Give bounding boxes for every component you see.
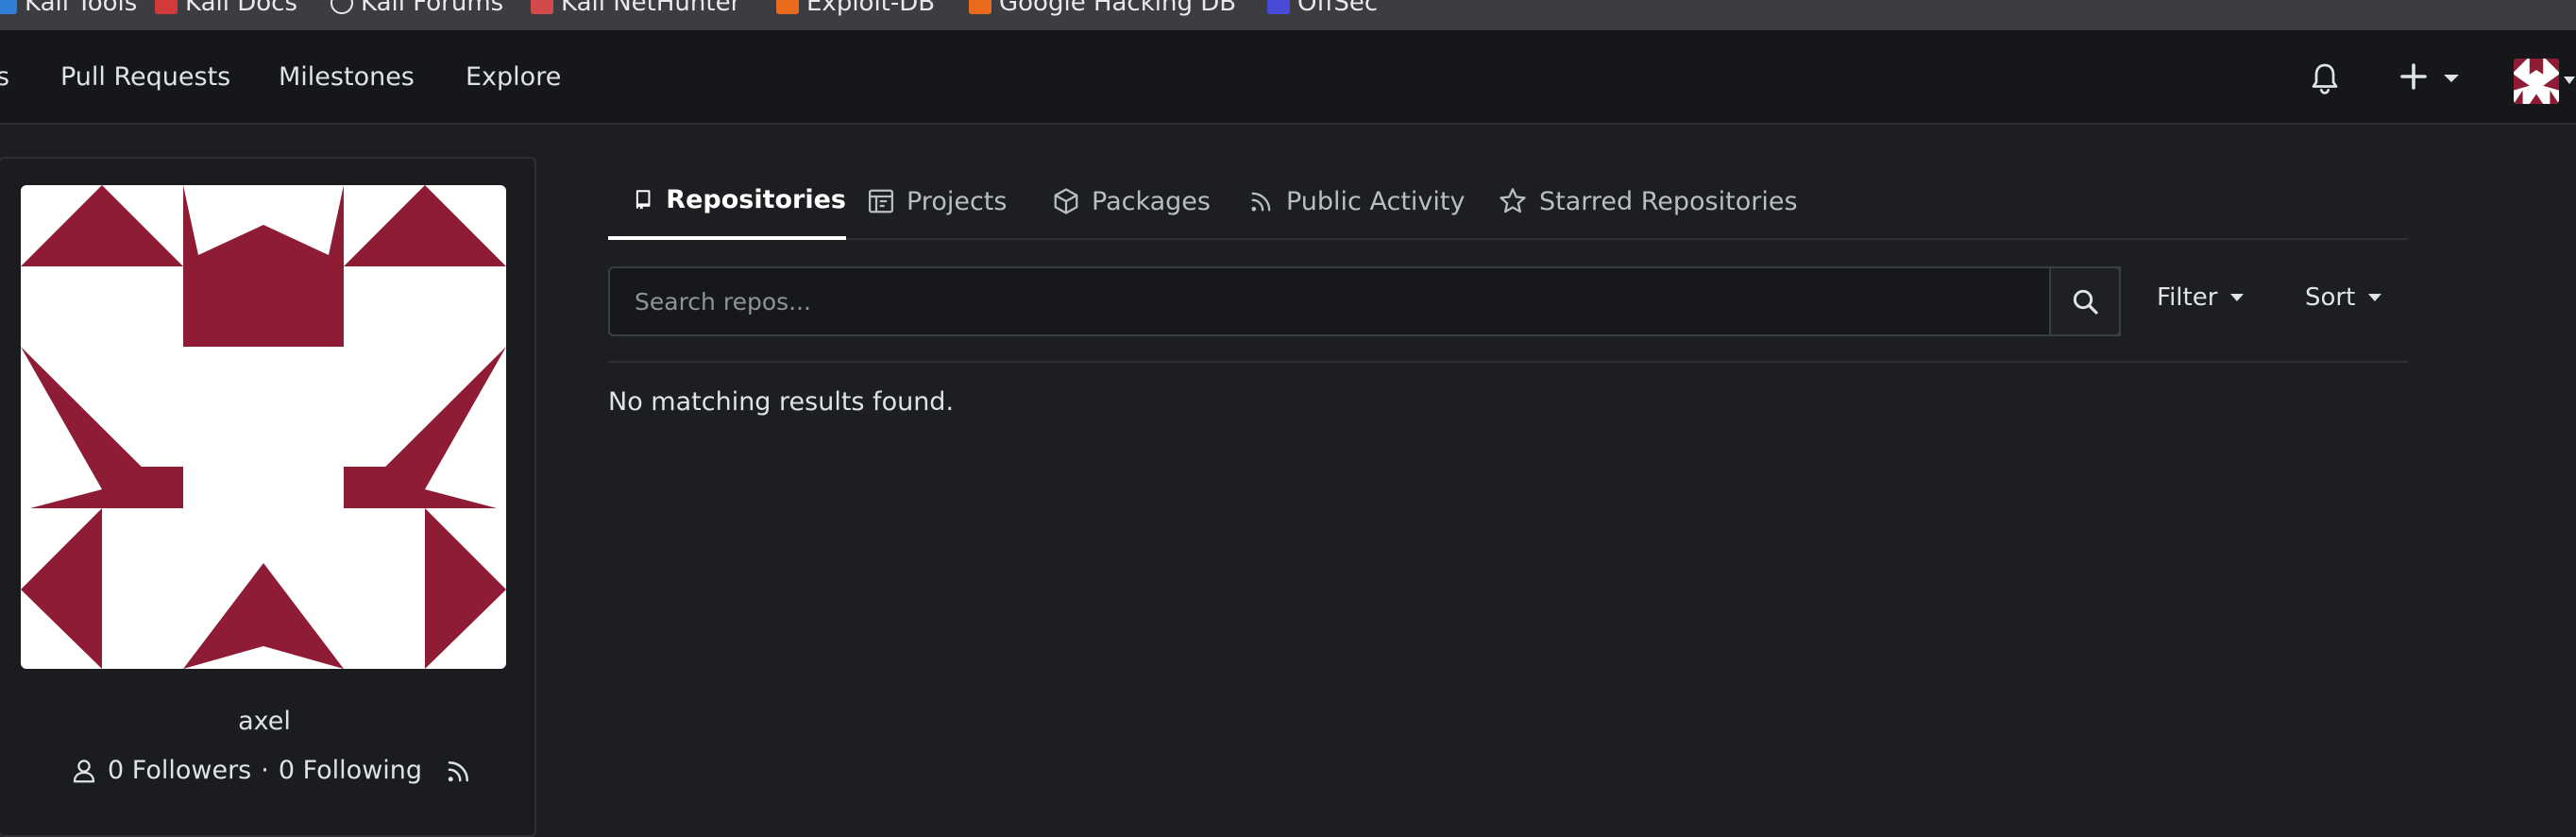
tab-projects-label: Projects bbox=[907, 186, 1008, 216]
offsec-favicon-icon bbox=[1267, 0, 1290, 14]
tab-starred-repositories[interactable]: Starred Repositories bbox=[1498, 162, 1798, 240]
create-menu-caret-icon[interactable] bbox=[2443, 74, 2460, 83]
repo-icon bbox=[636, 190, 651, 210]
bookmark-kali-forums[interactable]: Kali Forums bbox=[330, 0, 503, 17]
bookmark-kali-tools[interactable]: Kali Tools bbox=[0, 0, 137, 17]
identicon-avatar-icon bbox=[21, 185, 506, 669]
filter-label: Filter bbox=[2157, 283, 2218, 312]
bookmark-kali-docs[interactable]: Kali Docs bbox=[155, 0, 297, 17]
follow-separator: · bbox=[261, 756, 269, 785]
nav-milestones[interactable]: Milestones bbox=[279, 62, 415, 92]
tab-repositories-label: Repositories bbox=[666, 184, 846, 214]
tab-projects[interactable]: Projects bbox=[867, 162, 1007, 240]
search-repos-input[interactable]: Search repos... bbox=[608, 266, 2121, 336]
kali-tools-favicon-icon bbox=[0, 0, 17, 14]
follow-stats: 0 Followers · 0 Following bbox=[70, 756, 473, 785]
rss-feed-icon[interactable] bbox=[445, 757, 473, 785]
filter-dropdown[interactable]: Filter bbox=[2157, 283, 2245, 312]
nav-pull-requests[interactable]: Pull Requests bbox=[60, 62, 230, 92]
user-avatar-large bbox=[21, 185, 506, 669]
search-button[interactable] bbox=[2049, 266, 2121, 336]
tab-public-activity-label: Public Activity bbox=[1286, 186, 1466, 216]
kali-forums-favicon-icon bbox=[330, 0, 353, 14]
user-menu-caret-icon[interactable] bbox=[2563, 76, 2576, 85]
kali-docs-favicon-icon bbox=[155, 0, 178, 14]
tab-packages[interactable]: Packages bbox=[1052, 162, 1211, 240]
sort-dropdown[interactable]: Sort bbox=[2305, 283, 2382, 312]
person-icon bbox=[73, 759, 95, 782]
bookmark-google-hacking-db[interactable]: Google Hacking DB bbox=[969, 0, 1236, 17]
tab-repositories[interactable]: Repositories bbox=[608, 162, 846, 240]
tab-starred-repositories-label: Starred Repositories bbox=[1539, 186, 1798, 216]
empty-results-message: No matching results found. bbox=[608, 387, 955, 417]
search-icon bbox=[2073, 289, 2098, 315]
user-avatar-small-identicon-icon bbox=[2514, 59, 2559, 104]
following-link[interactable]: 0 Following bbox=[279, 756, 422, 785]
bookmark-kali-nethunter[interactable]: Kali NetHunter bbox=[531, 0, 740, 17]
tab-packages-label: Packages bbox=[1092, 186, 1211, 216]
google-hacking-db-favicon-icon bbox=[969, 0, 991, 14]
sort-caret-icon bbox=[2368, 294, 2382, 301]
profile-username: axel bbox=[238, 707, 291, 736]
filter-caret-icon bbox=[2230, 294, 2245, 301]
rss-icon bbox=[1251, 192, 1271, 212]
followers-link[interactable]: 0 Followers bbox=[108, 756, 251, 785]
results-divider bbox=[608, 361, 2408, 363]
project-icon bbox=[869, 189, 893, 214]
bookmark-offsec[interactable]: OffSec bbox=[1267, 0, 1378, 17]
nav-explore[interactable]: Explore bbox=[466, 62, 561, 92]
notifications-bell-icon[interactable] bbox=[2308, 60, 2342, 98]
user-avatar-small[interactable] bbox=[2514, 59, 2559, 104]
bookmarks-bar: Kali Tools Kali Docs Kali Forums Kali Ne… bbox=[0, 0, 2576, 30]
star-icon bbox=[1500, 188, 1526, 214]
profile-tabs: Repositories Projects Packages Public Ac… bbox=[608, 162, 2408, 240]
sort-label: Sort bbox=[2305, 283, 2356, 312]
nav-item-truncated[interactable]: s bbox=[0, 62, 9, 92]
bookmark-exploit-db[interactable]: Exploit-DB bbox=[776, 0, 935, 17]
tab-public-activity[interactable]: Public Activity bbox=[1248, 162, 1465, 240]
search-placeholder: Search repos... bbox=[635, 287, 811, 316]
kali-nethunter-favicon-icon bbox=[531, 0, 553, 14]
package-icon bbox=[1054, 188, 1078, 214]
exploit-db-favicon-icon bbox=[776, 0, 799, 14]
create-plus-icon[interactable] bbox=[2399, 62, 2428, 91]
top-navigation: s Pull Requests Milestones Explore bbox=[0, 30, 2576, 125]
